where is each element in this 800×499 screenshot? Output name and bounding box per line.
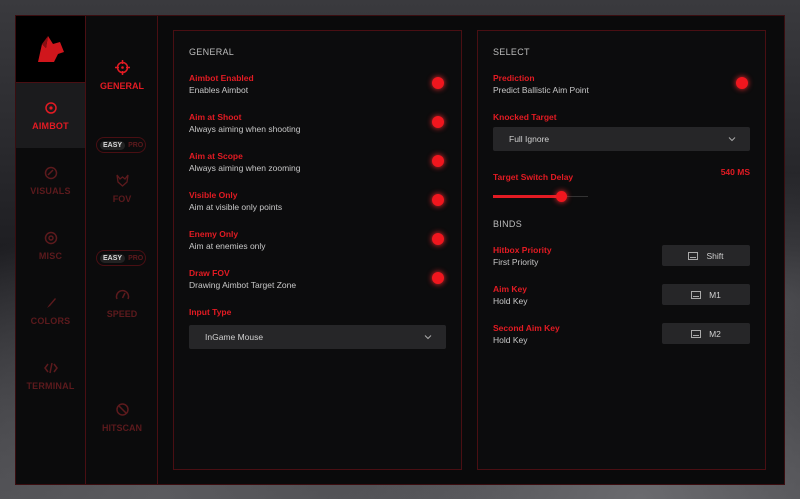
main-sidebar: AIMBOT VISUALS MISC COLORS TERMINAL [16,16,86,484]
bind-key-button[interactable]: M1 [662,284,750,305]
option-enemy-only[interactable]: Enemy Only Aim at enemies only [189,229,446,268]
subnav-speed-label: SPEED [106,309,138,319]
sidebar-item-colors[interactable]: COLORS [16,278,85,343]
general-panel: GENERAL Aimbot Enabled Enables Aimbot Ai… [173,30,462,470]
option-visible-only[interactable]: Visible Only Aim at visible only points [189,190,446,229]
option-desc: Enables Aimbot [189,85,249,95]
bind-hitbox-priority: Hitbox Priority First Priority Shift [493,245,750,284]
cheat-menu-window: AIMBOT VISUALS MISC COLORS TERMINAL GENE… [15,15,785,485]
toggle-indicator[interactable] [736,77,748,89]
toggle-indicator[interactable] [432,194,444,206]
subnav-speed[interactable]: SPEED [86,288,158,319]
sidebar-item-label: TERMINAL [26,380,75,391]
sidebar-item-terminal[interactable]: TERMINAL [16,343,85,408]
logo [16,16,85,83]
brush-icon [46,297,56,308]
keyboard-icon [691,329,702,338]
subnav-fov[interactable]: FOV [86,173,158,204]
bind-key-button[interactable]: Shift [662,245,750,266]
slider-knob[interactable] [556,191,568,202]
delay-label: Target Switch Delay [493,172,574,182]
option-title: Enemy Only [189,229,239,239]
sidebar-item-label: VISUALS [30,185,71,196]
sidebar-item-label: COLORS [30,315,71,326]
option-title: Visible Only [189,190,238,200]
subnav-hitscan[interactable]: HITSCAN [86,402,158,433]
bind-key-label: M1 [709,289,721,300]
sidebar-item-misc[interactable]: MISC [16,213,85,278]
wolf-logo-icon [37,36,64,62]
slider-fill [493,195,562,198]
crosshair-icon [44,101,57,114]
mode-easy[interactable]: EASY [100,140,126,150]
speedometer-icon [115,289,129,300]
mode-toggle-1[interactable]: EASY PRO [96,137,146,153]
bind-key-label: M2 [709,328,721,339]
knocked-target-label: Knocked Target [493,112,557,122]
mode-pro[interactable]: PRO [128,142,143,149]
sidebar-item-label: MISC [38,250,63,261]
general-panel-title: GENERAL [189,47,235,57]
subnav-hitscan-label: HITSCAN [102,423,142,433]
subnav-fov-label: FOV [112,194,132,204]
option-desc: Always aiming when shooting [189,124,301,134]
option-desc: Always aiming when zooming [189,163,301,173]
option-desc: Aim at visible only points [189,202,283,212]
toggle-indicator[interactable] [432,155,444,167]
keyboard-icon [691,290,702,299]
option-prediction[interactable]: Prediction Predict Ballistic Aim Point [493,73,750,112]
subnav-general-label: GENERAL [99,81,144,91]
option-title: Prediction [493,73,535,83]
delay-row: Target Switch Delay 540 MS [493,167,750,182]
bind-second-aim-key: Second Aim Key Hold Key M2 [493,323,750,362]
keyboard-icon [688,251,699,260]
subnav-general[interactable]: GENERAL [86,60,158,91]
input-type-label: Input Type [189,307,232,317]
chevron-down-icon [424,335,432,340]
sidebar-item-label: AIMBOT [32,120,69,131]
input-type-select[interactable]: InGame Mouse [189,325,446,349]
fov-wolf-icon [115,174,129,187]
code-icon [43,362,58,373]
knocked-target-value: Full Ignore [509,134,550,144]
option-desc: Aim at enemies only [189,241,266,251]
option-title: Aim at Scope [189,151,243,161]
toggle-indicator[interactable] [432,77,444,89]
input-type-row: Input Type [189,307,446,325]
toggle-indicator[interactable] [432,272,444,284]
gear-icon [44,231,57,244]
mode-toggle-2[interactable]: EASY PRO [96,250,146,266]
hitscan-icon [115,403,129,416]
option-aim-at-shoot[interactable]: Aim at Shoot Always aiming when shooting [189,112,446,151]
mode-pro[interactable]: PRO [128,255,143,262]
knocked-target-row: Knocked Target [493,112,750,127]
delay-slider[interactable] [493,187,588,207]
bind-aim-key: Aim Key Hold Key M1 [493,284,750,323]
toggle-indicator[interactable] [432,233,444,245]
bind-key-button[interactable]: M2 [662,323,750,344]
option-desc: Drawing Aimbot Target Zone [189,280,297,290]
select-panel: SELECT Prediction Predict Ballistic Aim … [477,30,766,470]
option-draw-fov[interactable]: Draw FOV Drawing Aimbot Target Zone [189,268,446,307]
binds-title: BINDS [493,219,523,229]
eye-icon [44,166,57,179]
sidebar-item-aimbot[interactable]: AIMBOT [16,83,85,148]
option-title: Aimbot Enabled [189,73,254,83]
bind-key-label: Shift [706,250,724,261]
input-type-value: InGame Mouse [205,332,264,342]
option-aimbot-enabled[interactable]: Aimbot Enabled Enables Aimbot [189,73,446,112]
delay-value: 540 MS [720,167,750,177]
option-aim-at-scope[interactable]: Aim at Scope Always aiming when zooming [189,151,446,190]
crosshair-icon [114,60,130,75]
sub-sidebar: GENERAL EASY PRO FOV EASY PRO SPEED HITS… [86,16,158,484]
select-panel-title: SELECT [493,47,530,57]
option-title: Aim at Shoot [189,112,242,122]
sidebar-item-visuals[interactable]: VISUALS [16,148,85,213]
option-title: Draw FOV [189,268,230,278]
option-desc: Predict Ballistic Aim Point [493,85,589,95]
knocked-target-select[interactable]: Full Ignore [493,127,750,151]
mode-easy[interactable]: EASY [100,253,126,263]
toggle-indicator[interactable] [432,116,444,128]
chevron-down-icon [728,137,736,142]
